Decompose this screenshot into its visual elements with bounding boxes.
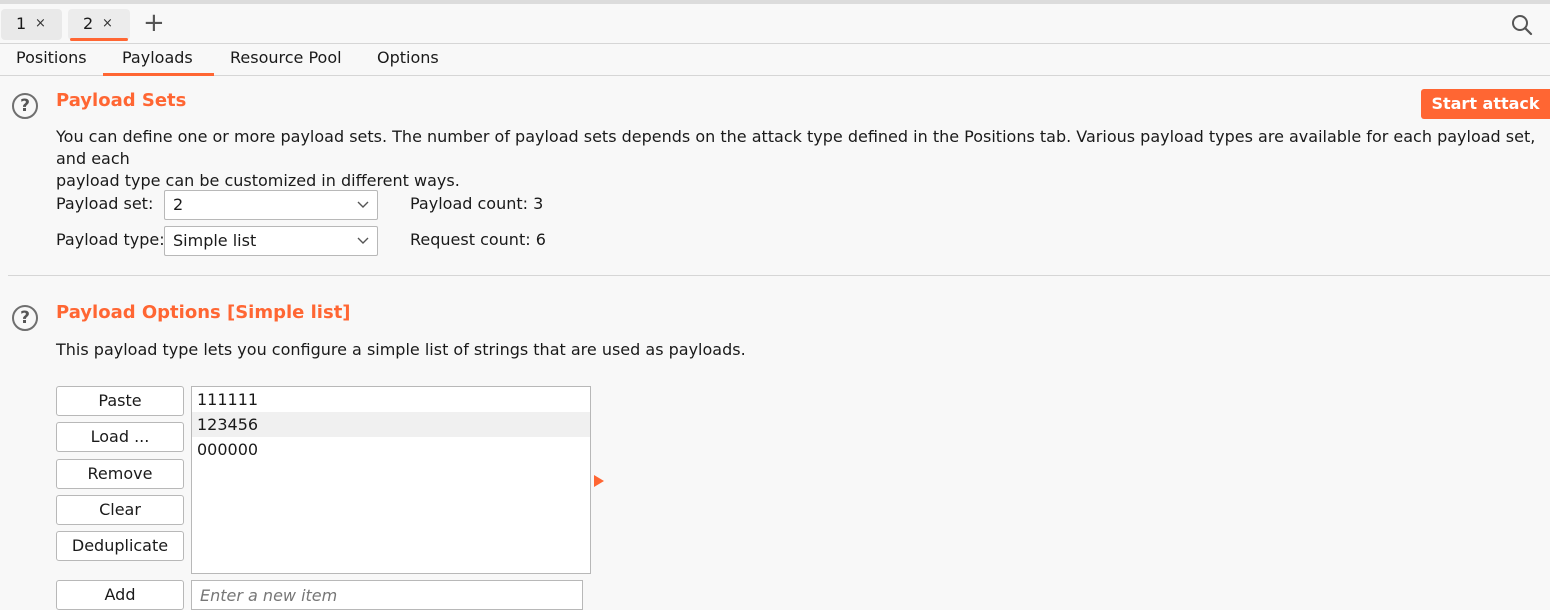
deduplicate-button[interactable]: Deduplicate: [56, 531, 184, 561]
description-line: payload type can be customized in differ…: [56, 171, 460, 190]
remove-button[interactable]: Remove: [56, 459, 184, 489]
tab-options[interactable]: Options: [377, 48, 439, 67]
request-count-label: Request count:: [410, 230, 531, 249]
load-button[interactable]: Load ...: [56, 422, 184, 452]
arrow-right-icon: [594, 475, 604, 487]
sub-tab-bar: Positions Payloads Resource Pool Options: [0, 44, 1550, 76]
close-icon[interactable]: ×: [35, 16, 46, 31]
tab-payloads[interactable]: Payloads: [103, 48, 214, 76]
new-item-input[interactable]: [191, 580, 583, 610]
attack-tab-1[interactable]: 1 ×: [1, 9, 62, 40]
clear-button[interactable]: Clear: [56, 495, 184, 525]
start-attack-button[interactable]: Start attack: [1421, 89, 1550, 119]
help-icon[interactable]: ?: [12, 93, 38, 119]
payload-type-value: Simple list: [173, 231, 257, 250]
paste-button[interactable]: Paste: [56, 386, 184, 416]
request-count: Request count: 6: [410, 230, 546, 249]
payload-options-title: Payload Options [Simple list]: [56, 302, 351, 323]
attack-tab-2[interactable]: 2 ×: [68, 9, 130, 41]
attack-tab-label: 1: [16, 14, 27, 33]
add-button[interactable]: Add: [56, 580, 184, 610]
list-item[interactable]: 000000: [192, 437, 590, 462]
payload-set-value: 2: [173, 195, 184, 214]
payload-type-label: Payload type:: [56, 230, 165, 249]
chevron-down-icon: [357, 237, 369, 244]
tab-positions[interactable]: Positions: [16, 48, 87, 67]
search-icon[interactable]: [1511, 14, 1533, 36]
payload-type-select[interactable]: Simple list: [164, 226, 378, 256]
payload-count-value: 3: [533, 194, 544, 213]
payload-list[interactable]: 111111 123456 000000: [191, 386, 591, 574]
payload-count-label: Payload count:: [410, 194, 529, 213]
attack-tab-bar: 1 × 2 × +: [0, 4, 1550, 44]
payload-set-select[interactable]: 2: [164, 190, 378, 220]
request-count-value: 6: [535, 230, 546, 249]
chevron-down-icon: [357, 201, 369, 208]
help-icon[interactable]: ?: [12, 305, 38, 331]
payload-sets-description: You can define one or more payload sets.…: [56, 126, 1546, 192]
list-item[interactable]: 123456: [192, 412, 590, 437]
payload-set-label: Payload set:: [56, 194, 154, 213]
description-line: You can define one or more payload sets.…: [56, 127, 1536, 168]
payload-options-description: This payload type lets you configure a s…: [56, 340, 746, 359]
payload-sets-title: Payload Sets: [56, 90, 187, 111]
active-tab-indicator: [70, 38, 128, 41]
attack-tab-label: 2: [83, 14, 94, 33]
section-divider: [8, 275, 1550, 276]
tab-resource-pool[interactable]: Resource Pool: [230, 48, 342, 67]
list-item[interactable]: 111111: [192, 387, 590, 412]
plus-icon[interactable]: +: [143, 10, 165, 36]
close-icon[interactable]: ×: [102, 16, 113, 31]
payload-count: Payload count: 3: [410, 194, 543, 213]
